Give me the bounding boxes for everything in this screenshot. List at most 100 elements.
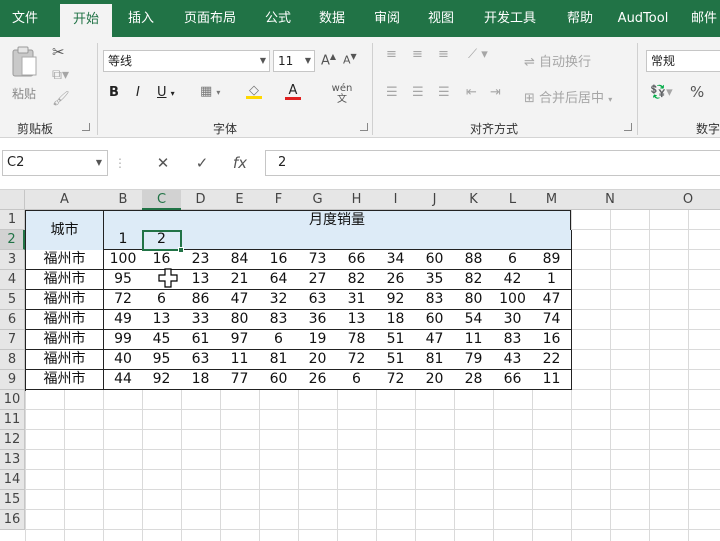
row-header-12[interactable]: 12: [0, 430, 25, 450]
data-cell[interactable]: 16: [142, 250, 182, 270]
data-cell[interactable]: 99: [104, 330, 143, 350]
wrap-text-button[interactable]: ⇌ 自动换行: [524, 51, 634, 70]
data-cell[interactable]: 60: [415, 310, 455, 330]
row-header-8[interactable]: 8: [0, 350, 25, 370]
increase-indent-icon[interactable]: ⇥: [490, 85, 501, 100]
column-header-h[interactable]: H: [337, 190, 377, 210]
data-cell[interactable]: 72: [376, 370, 416, 390]
city-cell[interactable]: 福州市: [26, 370, 104, 390]
column-header-j[interactable]: J: [415, 190, 455, 210]
month-number-cell[interactable]: [454, 230, 494, 250]
column-header-i[interactable]: I: [376, 190, 416, 210]
font-launcher-icon[interactable]: [360, 123, 368, 131]
data-cell[interactable]: 83: [493, 330, 533, 350]
data-cell[interactable]: 26: [376, 270, 416, 290]
decrease-font-icon[interactable]: A▼: [343, 52, 357, 67]
row-header-11[interactable]: 11: [0, 410, 25, 430]
row-header-4[interactable]: 4: [0, 270, 25, 290]
header-city-cell[interactable]: 城市: [26, 211, 104, 251]
data-cell[interactable]: 64: [259, 270, 299, 290]
alignment-launcher-icon[interactable]: [624, 123, 632, 131]
column-header-b[interactable]: B: [104, 190, 143, 210]
data-cell[interactable]: 31: [337, 290, 377, 310]
data-cell[interactable]: 89: [532, 250, 572, 270]
data-cell[interactable]: 84: [220, 250, 260, 270]
month-number-cell[interactable]: [493, 230, 533, 250]
data-cell[interactable]: 18: [376, 310, 416, 330]
font-size-select[interactable]: 11 ▼: [273, 50, 315, 72]
city-cell[interactable]: 福州市: [26, 350, 104, 370]
column-header-l[interactable]: L: [493, 190, 533, 210]
data-cell[interactable]: 6: [337, 370, 377, 390]
row-header-7[interactable]: 7: [0, 330, 25, 350]
data-cell[interactable]: 40: [104, 350, 143, 370]
column-header-n[interactable]: N: [571, 190, 650, 210]
select-all-corner[interactable]: [0, 190, 25, 210]
column-header-f[interactable]: F: [259, 190, 299, 210]
data-cell[interactable]: 11: [532, 370, 572, 390]
city-cell[interactable]: 福州市: [26, 330, 104, 350]
data-cell[interactable]: 47: [415, 330, 455, 350]
data-cell[interactable]: 51: [376, 350, 416, 370]
cut-icon[interactable]: ✂: [52, 43, 65, 61]
month-number-cell[interactable]: [259, 230, 299, 250]
city-cell[interactable]: 福州市: [26, 310, 104, 330]
data-cell[interactable]: 60: [415, 250, 455, 270]
month-number-cell[interactable]: [532, 230, 572, 250]
row-header-9[interactable]: 9: [0, 370, 25, 390]
data-cell[interactable]: 26: [298, 370, 338, 390]
data-cell[interactable]: 72: [337, 350, 377, 370]
data-cell[interactable]: 22: [532, 350, 572, 370]
align-right-icon[interactable]: ☰: [438, 85, 450, 100]
merge-center-button[interactable]: ⊞ 合并后居中 ▾: [524, 87, 634, 106]
tab-8[interactable]: 开发工具: [470, 0, 550, 37]
data-cell[interactable]: 51: [376, 330, 416, 350]
month-number-cell[interactable]: [220, 230, 260, 250]
data-cell[interactable]: 11: [220, 350, 260, 370]
month-number-cell[interactable]: [181, 230, 221, 250]
align-top-icon[interactable]: ≡: [386, 47, 397, 62]
copy-icon[interactable]: ⧉▾: [52, 67, 69, 83]
fill-color-icon[interactable]: ◇: [246, 83, 262, 99]
data-cell[interactable]: 63: [181, 350, 221, 370]
month-number-cell[interactable]: 2: [142, 230, 182, 250]
tab-0[interactable]: 文件: [0, 0, 50, 37]
column-header-c[interactable]: C: [142, 190, 182, 210]
column-header-a[interactable]: A: [25, 190, 105, 210]
month-number-cell[interactable]: [376, 230, 416, 250]
data-cell[interactable]: 21: [220, 270, 260, 290]
tab-10[interactable]: AudTool: [608, 0, 678, 37]
header-month-sales-cell[interactable]: 月度销量: [104, 211, 571, 231]
month-number-cell[interactable]: [298, 230, 338, 250]
column-header-d[interactable]: D: [181, 190, 221, 210]
data-cell[interactable]: 33: [181, 310, 221, 330]
data-cell[interactable]: 47: [532, 290, 572, 310]
row-header-2[interactable]: 2: [0, 230, 25, 250]
data-cell[interactable]: 47: [220, 290, 260, 310]
column-header-k[interactable]: K: [454, 190, 494, 210]
align-center-icon[interactable]: ☰: [412, 85, 424, 100]
font-color-icon[interactable]: A: [285, 83, 301, 100]
data-cell[interactable]: 54: [454, 310, 494, 330]
data-cell[interactable]: 66: [493, 370, 533, 390]
data-cell[interactable]: 49: [104, 310, 143, 330]
data-cell[interactable]: 100: [493, 290, 533, 310]
data-cell[interactable]: 61: [181, 330, 221, 350]
city-cell[interactable]: 福州市: [26, 270, 104, 290]
italic-button[interactable]: I: [136, 85, 140, 100]
borders-icon[interactable]: ▦ ▾: [200, 84, 220, 99]
fill-handle[interactable]: [178, 247, 184, 253]
data-cell[interactable]: 23: [181, 250, 221, 270]
tab-2[interactable]: 插入: [115, 0, 167, 37]
bold-button[interactable]: B: [109, 85, 119, 100]
month-number-cell[interactable]: [415, 230, 455, 250]
month-number-cell[interactable]: [337, 230, 377, 250]
data-cell[interactable]: 72: [104, 290, 143, 310]
data-cell[interactable]: 16: [532, 330, 572, 350]
data-cell[interactable]: 28: [454, 370, 494, 390]
data-cell[interactable]: 34: [376, 250, 416, 270]
data-cell[interactable]: 36: [298, 310, 338, 330]
data-cell[interactable]: 80: [220, 310, 260, 330]
data-cell[interactable]: 95: [104, 270, 143, 290]
increase-font-icon[interactable]: A▲: [321, 52, 336, 68]
